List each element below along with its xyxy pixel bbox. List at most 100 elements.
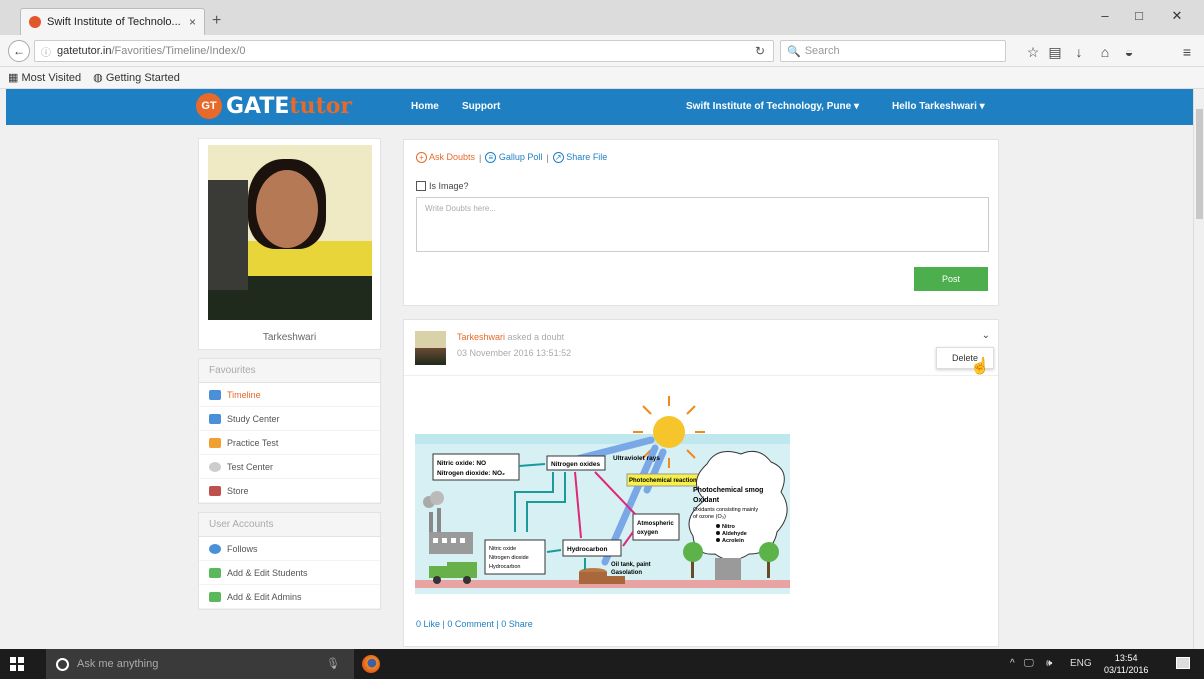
page-scrollbar[interactable] (1193, 89, 1204, 649)
browser-tab[interactable]: Swift Institute of Technolo... × (20, 8, 205, 35)
add-students-icon (209, 567, 221, 578)
minimize-button[interactable]: – (1090, 8, 1120, 23)
svg-text:Photochemical smog: Photochemical smog (693, 487, 763, 494)
gatetutor-logo[interactable]: GT GATE tutor (196, 93, 352, 119)
chevron-down-icon[interactable]: ⌄ (982, 330, 990, 341)
sidebar-item-study-center[interactable]: Study Center (199, 407, 380, 431)
is-image-checkbox[interactable] (416, 181, 426, 191)
profile-photo (207, 145, 372, 320)
add-admins-icon (209, 591, 221, 602)
test-center-icon (209, 461, 221, 472)
nav-support[interactable]: Support (462, 101, 500, 112)
sidebar-item-store[interactable]: Store (199, 479, 380, 503)
bookmarks-bar: ▦ Most Visited ◍ Getting Started (0, 67, 1204, 89)
back-button[interactable]: ← (8, 40, 30, 62)
home-icon[interactable]: ⌂ (1094, 44, 1116, 60)
profile-card: Tarkeshwari (198, 138, 381, 350)
user-accounts-panel: User Accounts Follows Add & Edit Student… (198, 512, 381, 610)
svg-text:Oxidants consisting mainly: Oxidants consisting mainly (693, 507, 758, 513)
svg-text:Aldehyde: Aldehyde (722, 531, 747, 537)
share-file-tab[interactable]: ↗ Share File (552, 152, 607, 163)
hand-cursor-icon: ☝ (970, 358, 990, 375)
nav-home[interactable]: Home (411, 101, 439, 112)
sidebar-item-timeline[interactable]: Timeline (199, 383, 380, 407)
svg-text:Nitrogen oxides: Nitrogen oxides (551, 461, 601, 468)
restore-button[interactable]: □ (1124, 8, 1154, 23)
favourites-heading: Favourites (199, 359, 380, 383)
store-icon (209, 485, 221, 496)
tab-title: Swift Institute of Technolo... (47, 16, 181, 28)
sidebar-item-add-students[interactable]: Add & Edit Students (199, 561, 380, 585)
post-button[interactable]: Post (914, 267, 988, 291)
svg-text:Acrolein: Acrolein (722, 538, 745, 544)
browser-tab-bar: Swift Institute of Technolo... × + – □ ✕ (0, 0, 1204, 35)
svg-text:Hydrocarbon: Hydrocarbon (489, 564, 521, 570)
sidebar-item-follows[interactable]: Follows (199, 537, 380, 561)
language-indicator[interactable]: ENG (1070, 658, 1092, 669)
action-center-icon[interactable] (1176, 657, 1190, 669)
sidebar-item-practice-test[interactable]: Practice Test (199, 431, 380, 455)
reload-icon[interactable]: ↻ (755, 44, 765, 58)
is-image-label: Is Image? (429, 181, 469, 191)
plus-circle-icon: + (416, 152, 427, 163)
svg-text:of ozone (O₃): of ozone (O₃) (693, 514, 726, 520)
firefox-taskbar-icon[interactable] (362, 655, 380, 673)
network-icon[interactable]: 🖵 (1024, 658, 1034, 669)
ask-doubts-tab[interactable]: + Ask Doubts (416, 152, 475, 163)
svg-text:Oxidant: Oxidant (693, 497, 720, 504)
main-content: + Ask Doubts | ≡ Gallup Poll | ↗ Share F… (403, 139, 999, 647)
photochemical-smog-diagram: Nitric oxide: NO Nitrogen dioxide: NO₂ N… (415, 396, 790, 594)
svg-text:Ultraviolet rays: Ultraviolet rays (613, 455, 660, 462)
sidebar-item-test-center[interactable]: Test Center (199, 455, 380, 479)
svg-text:Gasolation: Gasolation (611, 570, 642, 576)
address-bar[interactable]: ⓘ gatetutor.in/Favorities/Timeline/Index… (34, 40, 774, 62)
bookmark-star-icon[interactable]: ☆ (1022, 44, 1044, 61)
new-tab-button[interactable]: + (212, 12, 221, 30)
feed-post: Tarkeshwari asked a doubt 03 November 20… (403, 319, 999, 647)
svg-text:oxygen: oxygen (637, 530, 658, 536)
windows-taskbar: Ask me anything 🎙 ^ 🖵 🕪 ENG 13:54 03/11/… (0, 649, 1204, 679)
gallup-poll-tab[interactable]: ≡ Gallup Poll (485, 152, 542, 163)
nav-institute-dropdown[interactable]: Swift Institute of Technology, Pune ▾ (686, 101, 859, 112)
svg-text:Nitrogen dioxide: Nitrogen dioxide (489, 555, 529, 561)
is-image-checkbox-row[interactable]: Is Image? (416, 181, 986, 191)
info-icon: ⓘ (41, 47, 51, 59)
back-arrow-icon: ← (13, 44, 25, 58)
divider (404, 375, 998, 376)
svg-text:Photochemical reaction: Photochemical reaction (629, 478, 697, 484)
sidebar-item-add-admins[interactable]: Add & Edit Admins (199, 585, 380, 609)
post-stats[interactable]: 0 Like | 0 Comment | 0 Share (416, 619, 533, 629)
close-tab-icon[interactable]: × (189, 15, 196, 29)
avatar[interactable] (415, 331, 446, 365)
logo-badge: GT (196, 93, 222, 119)
doubt-textarea[interactable] (416, 197, 989, 252)
site-header: GT GATE tutor Home Support Swift Institu… (6, 89, 1193, 125)
follows-icon (209, 543, 221, 554)
user-accounts-heading: User Accounts (199, 513, 380, 537)
post-author: Tarkeshwari asked a doubt (457, 332, 565, 342)
microphone-icon[interactable]: 🎙 (326, 657, 340, 670)
tray-overflow-icon[interactable]: ^ (1010, 658, 1015, 669)
search-box[interactable]: 🔍 Search (780, 40, 1006, 62)
windows-start-icon[interactable] (10, 657, 24, 671)
volume-icon[interactable]: 🕪 (1046, 658, 1052, 669)
bookmark-getting-started[interactable]: ◍ Getting Started (93, 71, 180, 84)
reading-list-icon[interactable]: ▤ (1044, 44, 1066, 61)
scrollbar-thumb[interactable] (1196, 109, 1203, 219)
site-favicon-icon (29, 16, 41, 28)
svg-text:Oil tank, paint: Oil tank, paint (611, 562, 651, 568)
left-sidebar: Tarkeshwari Favourites Timeline Study Ce… (198, 138, 381, 610)
download-icon[interactable]: ↓ (1068, 44, 1090, 60)
bookmark-most-visited[interactable]: ▦ Most Visited (8, 71, 81, 84)
nav-user-dropdown[interactable]: Hello Tarkeshwari ▾ (892, 101, 985, 112)
post-timestamp: 03 November 2016 13:51:52 (457, 348, 572, 358)
close-window-button[interactable]: ✕ (1162, 8, 1192, 24)
cortana-search-box[interactable]: Ask me anything 🎙 (46, 649, 354, 679)
browser-toolbar: ← ⓘ gatetutor.in/Favorities/Timeline/Ind… (0, 35, 1204, 67)
cortana-icon (56, 657, 69, 671)
svg-text:Atmospheric: Atmospheric (637, 521, 674, 527)
pocket-icon[interactable]: ◒ (1118, 44, 1140, 60)
menu-icon[interactable]: ≡ (1176, 44, 1198, 60)
practice-test-icon (209, 437, 221, 448)
taskbar-clock[interactable]: 13:54 03/11/2016 (1104, 652, 1148, 676)
